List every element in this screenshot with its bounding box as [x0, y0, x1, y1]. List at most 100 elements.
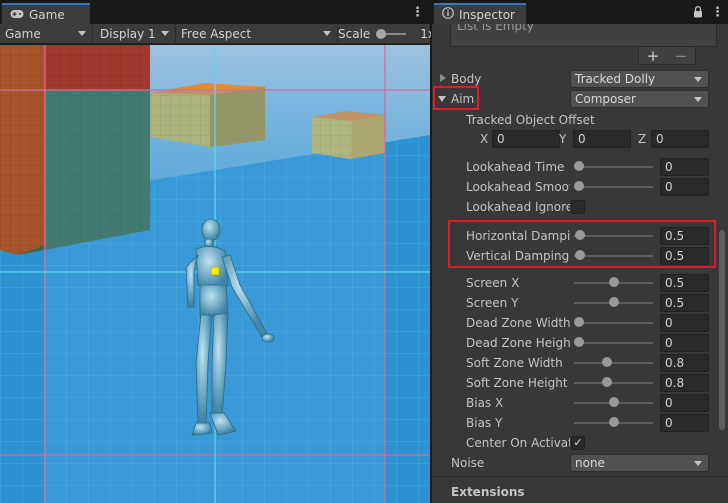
- list-empty-box: List is Empty: [450, 24, 717, 47]
- more-options-icon[interactable]: ⋮: [711, 5, 724, 21]
- tracked-object-offset-row: Tracked Object Offset: [432, 110, 728, 130]
- dead-zone-width-field[interactable]: 0: [660, 314, 709, 332]
- soft-zone-height-field[interactable]: 0.8: [660, 374, 709, 392]
- dead-zone-height-slider-knob[interactable]: [574, 337, 584, 347]
- center-on-activate-label: Center On Activate: [466, 436, 570, 450]
- noise-label: Noise: [451, 456, 485, 470]
- noise-dropdown[interactable]: none: [570, 454, 709, 472]
- noise-row: Noise none: [432, 453, 728, 473]
- scale-slider-knob[interactable]: [376, 29, 387, 39]
- game-toolbar: Game Display 1 Free Aspect Scale 1x: [0, 24, 435, 44]
- screen-x-row: Screen X 0.5: [432, 273, 728, 293]
- body-label: Body: [451, 72, 482, 86]
- lookahead-ignore-label: Lookahead Ignore Y: [466, 200, 570, 214]
- offset-y-field[interactable]: 0: [573, 130, 631, 148]
- bias-x-slider-knob[interactable]: [608, 397, 619, 407]
- aim-highlight: [433, 86, 479, 110]
- game-tab-bar: Game ⋮: [0, 0, 430, 24]
- tab-inspector[interactable]: Inspector: [434, 3, 526, 24]
- more-options-icon[interactable]: ⋮: [411, 5, 424, 21]
- lookahead-time-slider[interactable]: [574, 166, 653, 168]
- inspector-panel: Inspector ⋮ List is Empty + − Body Track…: [431, 0, 728, 503]
- body-value: Tracked Dolly: [575, 72, 656, 86]
- lookahead-smoothing-field[interactable]: 0: [660, 178, 709, 196]
- lookahead-smoothing-row: Lookahead Smoothing 0: [432, 177, 728, 197]
- extensions-section[interactable]: Extensions: [432, 482, 728, 502]
- chevron-down-icon: [694, 461, 702, 466]
- chevron-down-icon: [694, 97, 702, 102]
- lookahead-smoothing-slider[interactable]: [574, 186, 653, 188]
- screen-x-slider-knob[interactable]: [608, 277, 619, 287]
- scale-slider[interactable]: [376, 29, 407, 39]
- scene-render: [0, 45, 430, 503]
- lock-icon[interactable]: [693, 6, 703, 18]
- game-panel: Game ⋮ Game Display 1 Free Aspect Scale …: [0, 0, 435, 503]
- tracked-object-offset-label: Tracked Object Offset: [466, 113, 595, 127]
- chevron-down-icon: [161, 31, 169, 36]
- screen-y-label: Screen Y: [466, 296, 519, 310]
- info-icon: [442, 7, 454, 22]
- tab-inspector-label: Inspector: [459, 7, 515, 22]
- game-viewport[interactable]: [0, 45, 430, 503]
- screen-x-field[interactable]: 0.5: [660, 274, 709, 292]
- lookahead-time-slider-knob[interactable]: [574, 161, 584, 171]
- gamepad-icon: [10, 8, 24, 22]
- tab-game-label: Game: [29, 7, 65, 22]
- inspector-tab-bar: Inspector ⋮: [432, 0, 728, 24]
- remove-item-button[interactable]: −: [675, 47, 688, 65]
- display-label: Display 1: [100, 27, 156, 41]
- offset-x-field[interactable]: 0: [492, 130, 560, 148]
- game-mode-dropdown[interactable]: Game: [0, 24, 93, 44]
- display-dropdown[interactable]: Display 1: [95, 24, 176, 44]
- bias-x-label: Bias X: [466, 396, 504, 410]
- bias-y-slider-knob[interactable]: [608, 417, 619, 427]
- dead-zone-height-field[interactable]: 0: [660, 334, 709, 352]
- screen-y-slider-knob[interactable]: [608, 297, 619, 307]
- dead-zone-height-slider[interactable]: [574, 342, 653, 344]
- offset-y-label[interactable]: Y: [559, 131, 566, 147]
- soft-zone-width-field[interactable]: 0.8: [660, 354, 709, 372]
- center-on-activate-checkbox[interactable]: ✓: [571, 436, 585, 450]
- soft-zone-height-slider[interactable]: [574, 382, 653, 384]
- inspector-scrollbar[interactable]: [719, 230, 725, 430]
- body-dropdown[interactable]: Tracked Dolly: [570, 70, 709, 88]
- lookahead-time-field[interactable]: 0: [660, 158, 709, 176]
- noise-value: none: [575, 456, 605, 470]
- soft-zone-height-slider-knob[interactable]: [601, 377, 612, 387]
- aim-dropdown[interactable]: Composer: [570, 90, 709, 108]
- scale-control: Scale 1x: [338, 24, 435, 44]
- soft-zone-height-row: Soft Zone Height 0.8: [432, 373, 728, 393]
- soft-zone-width-label: Soft Zone Width: [466, 356, 563, 370]
- soft-zone-width-slider[interactable]: [574, 362, 653, 364]
- dead-zone-width-row: Dead Zone Width 0: [432, 313, 728, 333]
- scale-label: Scale: [338, 27, 371, 41]
- lookahead-time-row: Lookahead Time 0: [432, 157, 728, 177]
- extensions-label: Extensions: [451, 485, 525, 499]
- dead-zone-width-slider-knob[interactable]: [574, 317, 584, 327]
- offset-z-label[interactable]: Z: [638, 131, 646, 147]
- bias-y-field[interactable]: 0: [660, 414, 709, 432]
- foldout-closed-icon[interactable]: [440, 74, 446, 82]
- lookahead-ignore-checkbox[interactable]: [571, 200, 585, 214]
- chevron-down-icon: [78, 31, 86, 36]
- chevron-down-icon: [323, 31, 331, 36]
- dead-zone-width-slider[interactable]: [574, 322, 653, 324]
- lookahead-smoothing-slider-knob[interactable]: [574, 181, 584, 191]
- dead-zone-width-label: Dead Zone Width: [466, 316, 570, 330]
- aim-value: Composer: [575, 92, 636, 106]
- add-item-button[interactable]: +: [647, 47, 660, 65]
- lookahead-time-label: Lookahead Time: [466, 160, 565, 174]
- aspect-dropdown[interactable]: Free Aspect: [176, 24, 338, 44]
- tab-game[interactable]: Game: [2, 3, 90, 24]
- bias-x-row: Bias X 0: [432, 393, 728, 413]
- lookahead-smoothing-label: Lookahead Smoothing: [466, 180, 570, 194]
- bias-y-label: Bias Y: [466, 416, 503, 430]
- center-on-activate-row: Center On Activate ✓: [432, 433, 728, 453]
- offset-z-field[interactable]: 0: [651, 130, 709, 148]
- soft-zone-width-slider-knob[interactable]: [601, 357, 612, 367]
- lookahead-ignore-row: Lookahead Ignore Y: [432, 197, 728, 217]
- offset-x-label[interactable]: X: [480, 131, 488, 147]
- chevron-down-icon: [694, 77, 702, 82]
- screen-y-field[interactable]: 0.5: [660, 294, 709, 312]
- bias-x-field[interactable]: 0: [660, 394, 709, 412]
